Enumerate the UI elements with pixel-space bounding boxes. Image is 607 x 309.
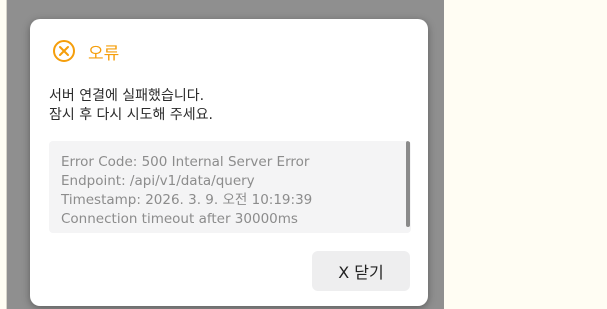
error-circle-x-icon: [52, 39, 76, 63]
error-details-text: Error Code: 500 Internal Server Error En…: [61, 153, 312, 229]
error-details-box[interactable]: Error Code: 500 Internal Server Error En…: [49, 141, 411, 233]
error-dialog: 오류 서버 연결에 실패했습니다. 잠시 후 다시 시도해 주세요. Error…: [30, 19, 428, 306]
details-error-code: Error Code: 500 Internal Server Error: [61, 154, 310, 170]
close-button[interactable]: X 닫기: [312, 251, 410, 291]
error-message: 서버 연결에 실패했습니다. 잠시 후 다시 시도해 주세요.: [49, 87, 409, 125]
dialog-title: 오류: [88, 43, 120, 64]
details-endpoint: Endpoint: /api/v1/data/query: [61, 173, 255, 189]
screen: 오류 서버 연결에 실패했습니다. 잠시 후 다시 시도해 주세요. Error…: [0, 0, 607, 309]
details-scrollbar[interactable]: [406, 141, 410, 227]
message-line: 잠시 후 다시 시도해 주세요.: [49, 107, 213, 123]
details-timeout: Connection timeout after 30000ms: [61, 211, 298, 227]
window-edge: [0, 0, 7, 309]
details-timestamp: Timestamp: 2026. 3. 9. 오전 10:19:39: [61, 192, 313, 208]
message-line: 서버 연결에 실패했습니다.: [49, 88, 205, 104]
dialog-header: 오류: [52, 38, 119, 64]
